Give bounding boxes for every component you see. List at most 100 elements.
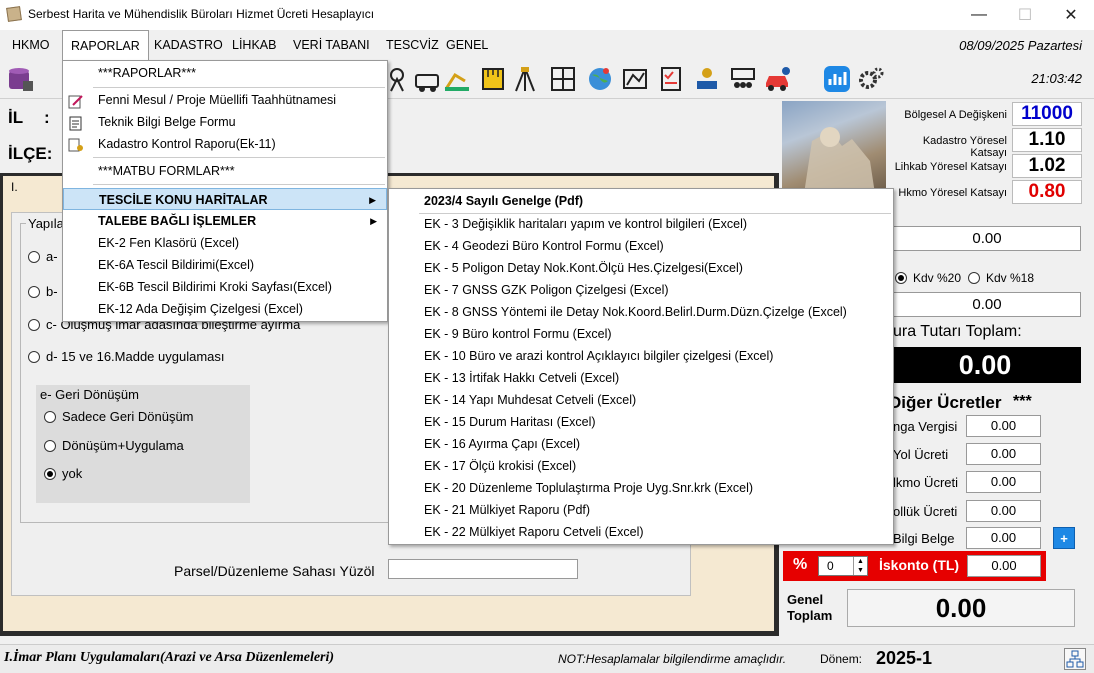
dd-matbu-header[interactable]: ***MATBU FORMLAR*** bbox=[63, 160, 387, 182]
diger-row-4-value[interactable]: 0.00 bbox=[966, 500, 1041, 522]
sm-ek15[interactable]: EK - 15 Durum Haritası (Excel) bbox=[389, 411, 893, 433]
add-button[interactable]: + bbox=[1053, 527, 1075, 549]
parcel-map-icon[interactable] bbox=[548, 64, 578, 94]
kadastro-katsayi-value[interactable]: 1.10 bbox=[1012, 128, 1082, 152]
kdv20-option[interactable]: Kdv %20 bbox=[895, 271, 961, 285]
sm-genelge[interactable]: 2023/4 Sayılı Genelge (Pdf) bbox=[389, 190, 893, 212]
kdv-field[interactable]: 0.00 bbox=[893, 292, 1081, 317]
option-b[interactable]: b- bbox=[28, 284, 58, 299]
sm-ek7[interactable]: EK - 7 GNSS GZK Poligon Çizelgesi (Excel… bbox=[389, 279, 893, 301]
close-button[interactable]: ✕ bbox=[1048, 0, 1094, 30]
stepper-arrows-icon[interactable]: ▲ ▼ bbox=[853, 557, 867, 575]
geri-option-yok[interactable]: yok bbox=[44, 466, 82, 481]
dd-talebe-bagli[interactable]: TALEBE BAĞLI İŞLEMLER ▶ bbox=[63, 210, 387, 232]
option-a-radio[interactable] bbox=[28, 250, 40, 263]
option-d-radio[interactable] bbox=[28, 350, 40, 363]
dd-separator bbox=[93, 157, 385, 158]
sm-ek17[interactable]: EK - 17 Ölçü krokisi (Excel) bbox=[389, 455, 893, 477]
sm-ek20[interactable]: EK - 20 Düzenleme Toplulaştırma Proje Uy… bbox=[389, 477, 893, 499]
sm-ek16[interactable]: EK - 16 Ayırma Çapı (Excel) bbox=[389, 433, 893, 455]
kadastro-katsayi-label: Kadastro Yöresel Katsayı bbox=[922, 135, 1007, 159]
menu-raporlar[interactable]: RAPORLAR bbox=[62, 30, 149, 61]
diger-row-2-label: Yol Ücreti bbox=[893, 447, 949, 462]
report-gear-icon bbox=[68, 138, 83, 152]
kdv20-radio[interactable] bbox=[895, 272, 907, 284]
sm-ek22[interactable]: EK - 22 Mülkiyet Raporu Cetveli (Excel) bbox=[389, 521, 893, 543]
diger-row-5-value[interactable]: 0.00 bbox=[966, 527, 1041, 549]
geri-option-sadece-radio[interactable] bbox=[44, 410, 56, 423]
diger-row-1-label: nga Vergisi bbox=[893, 419, 958, 434]
vehicle-icon[interactable] bbox=[412, 64, 442, 94]
dd-ek12[interactable]: EK-12 Ada Değişim Çizelgesi (Excel) bbox=[63, 298, 387, 320]
checklist-icon[interactable] bbox=[656, 64, 686, 94]
dd-tescile-konu[interactable]: TESCİLE KONU HARİTALAR ▶ bbox=[63, 188, 387, 210]
bolgesel-value[interactable]: 11000 bbox=[1012, 102, 1082, 126]
iskonto-value[interactable]: 0.00 bbox=[967, 555, 1041, 577]
diger-row-3-value[interactable]: 0.00 bbox=[966, 471, 1041, 493]
dd-ek2[interactable]: EK-2 Fen Klasörü (Excel) bbox=[63, 232, 387, 254]
menu-lihkab[interactable]: LİHKAB bbox=[224, 30, 284, 61]
dd-teknik-bilgi[interactable]: Teknik Bilgi Belge Formu bbox=[63, 111, 387, 133]
menu-kadastro[interactable]: KADASTRO bbox=[146, 30, 231, 61]
option-d[interactable]: d- 15 ve 16.Madde uygulaması bbox=[28, 349, 225, 364]
calculator-map-icon[interactable] bbox=[620, 64, 650, 94]
geri-option-yok-radio[interactable] bbox=[44, 467, 56, 480]
sm-ek10[interactable]: EK - 10 Büro ve arazi kontrol Açıklayıcı… bbox=[389, 345, 893, 367]
geri-option-donusum[interactable]: Dönüşüm+Uygulama bbox=[44, 438, 184, 453]
dd-raporlar-header[interactable]: ***RAPORLAR*** bbox=[63, 62, 387, 84]
sm-ek14[interactable]: EK - 14 Yapı Muhdesat Cetveli (Excel) bbox=[389, 389, 893, 411]
meeting-icon[interactable] bbox=[728, 64, 758, 94]
excavator-icon[interactable] bbox=[442, 64, 472, 94]
iskonto-stepper[interactable]: 0 ▲ ▼ bbox=[818, 556, 868, 576]
geri-donusum-title: e- Geri Dönüşüm bbox=[40, 387, 139, 402]
tutar-field[interactable]: 0.00 bbox=[893, 226, 1081, 251]
diger-row-2-value[interactable]: 0.00 bbox=[966, 443, 1041, 465]
maximize-button[interactable]: ☐ bbox=[1002, 0, 1048, 30]
database-icon[interactable] bbox=[6, 64, 36, 94]
dd-fenni-mesul-label: Fenni Mesul / Proje Müellifi Taahhütname… bbox=[98, 93, 337, 107]
menu-tescviz[interactable]: TESCVİZ bbox=[378, 30, 447, 61]
option-c-radio[interactable] bbox=[28, 318, 40, 331]
geri-option-sadece[interactable]: Sadece Geri Dönüşüm bbox=[44, 409, 194, 424]
geri-option-donusum-radio[interactable] bbox=[44, 439, 56, 452]
kdv18-option[interactable]: Kdv %18 bbox=[968, 271, 1034, 285]
lihkab-katsayi-label: Lihkab Yöresel Katsayı bbox=[894, 161, 1007, 173]
donem-value: 2025-1 bbox=[876, 648, 933, 668]
user-desk-icon[interactable] bbox=[692, 64, 722, 94]
parsel-input[interactable] bbox=[388, 559, 578, 579]
option-b-radio[interactable] bbox=[28, 285, 40, 298]
kdv18-radio[interactable] bbox=[968, 272, 980, 284]
sm-ek3[interactable]: EK - 3 Değişiklik haritaları yapım ve ko… bbox=[389, 213, 893, 235]
sm-ek13[interactable]: EK - 13 İrtifak Hakkı Cetveli (Excel) bbox=[389, 367, 893, 389]
menu-genel[interactable]: GENEL bbox=[438, 30, 496, 61]
hkmo-katsayi-value[interactable]: 0.80 bbox=[1012, 180, 1082, 204]
globe-icon[interactable] bbox=[585, 64, 615, 94]
sm-ek8[interactable]: EK - 8 GNSS Yöntemi ile Detay Nok.Koord.… bbox=[389, 301, 893, 323]
il-colon: : bbox=[44, 108, 50, 127]
geri-donusum-groupbox: e- Geri Dönüşüm Sadece Geri Dönüşüm Dönü… bbox=[36, 385, 250, 503]
ruler-icon[interactable] bbox=[478, 64, 508, 94]
menu-hkmo[interactable]: HKMO bbox=[4, 30, 58, 61]
diger-ucretler-stars: *** bbox=[1013, 393, 1032, 410]
chart-icon[interactable] bbox=[822, 64, 852, 94]
dd-ek6b[interactable]: EK-6B Tescil Bildirimi Kroki Sayfası(Exc… bbox=[63, 276, 387, 298]
dd-kadastro-kontrol[interactable]: Kadastro Kontrol Raporu(Ek-11) bbox=[63, 133, 387, 155]
dd-ek6a[interactable]: EK-6A Tescil Bildirimi(Excel) bbox=[63, 254, 387, 276]
sm-ek9[interactable]: EK - 9 Büro kontrol Formu (Excel) bbox=[389, 323, 893, 345]
gear-icon[interactable] bbox=[856, 64, 886, 94]
sm-ek21[interactable]: EK - 21 Mülkiyet Raporu (Pdf) bbox=[389, 499, 893, 521]
car-icon[interactable] bbox=[762, 64, 792, 94]
option-a[interactable]: a- bbox=[28, 249, 58, 264]
minimize-button[interactable]: — bbox=[956, 0, 1002, 30]
menu-veri-tabani[interactable]: VERİ TABANI bbox=[285, 30, 378, 61]
diger-row-1-value[interactable]: 0.00 bbox=[966, 415, 1041, 437]
dd-fenni-mesul[interactable]: Fenni Mesul / Proje Müellifi Taahhütname… bbox=[63, 89, 387, 111]
option-a-label: a- bbox=[46, 249, 58, 264]
kdv18-label: Kdv %18 bbox=[986, 271, 1035, 285]
sm-ek5[interactable]: EK - 5 Poligon Detay Nok.Kont.Ölçü Hes.Ç… bbox=[389, 257, 893, 279]
panel-roman-label: I. bbox=[11, 180, 18, 194]
network-icon[interactable] bbox=[1064, 648, 1086, 670]
lihkab-katsayi-value[interactable]: 1.02 bbox=[1012, 154, 1082, 178]
sm-ek4[interactable]: EK - 4 Geodezi Büro Kontrol Formu (Excel… bbox=[389, 235, 893, 257]
tripod-icon[interactable] bbox=[510, 64, 540, 94]
